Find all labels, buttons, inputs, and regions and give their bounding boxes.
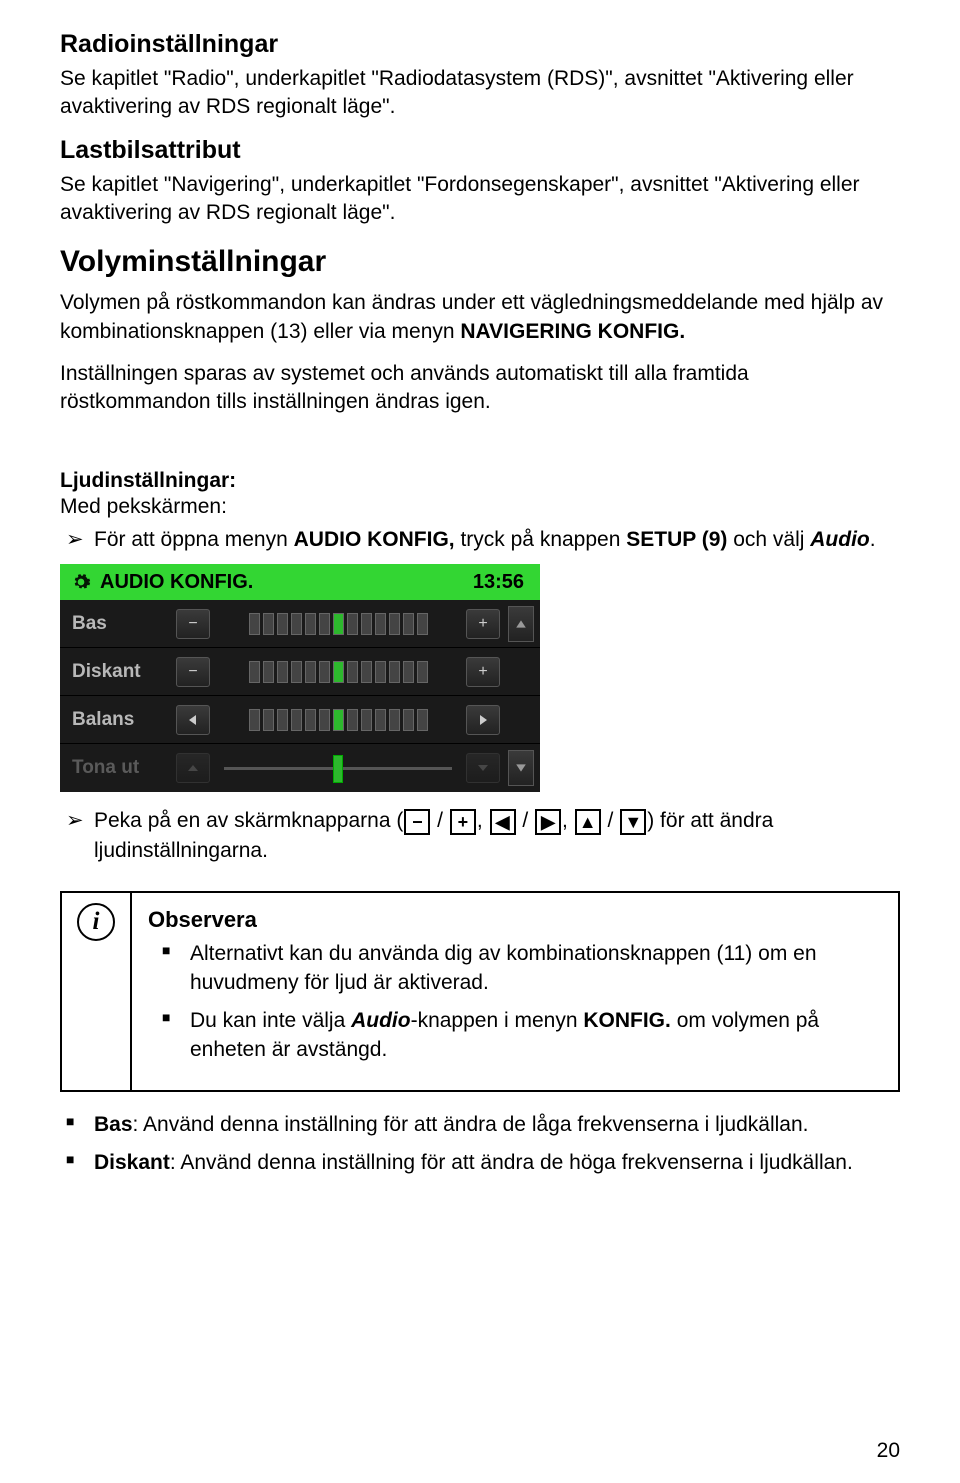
slash2: / bbox=[517, 809, 535, 832]
row-fade-label: Tona ut bbox=[72, 757, 168, 779]
volume-p1: Volymen på röstkommandon kan ändras unde… bbox=[60, 289, 900, 346]
row-bass: Bas − + bbox=[60, 600, 540, 648]
b1f: Audio bbox=[810, 528, 869, 551]
balance-left-button[interactable] bbox=[176, 705, 210, 735]
sound-steps-list-2: Peka på en av skärmknapparna (− / +, ◀ /… bbox=[60, 806, 900, 865]
sound-subheading: Ljudinställningar: bbox=[60, 469, 900, 493]
def-bass-b: : Använd denna inställning för att ändra… bbox=[133, 1113, 809, 1136]
comma1: , bbox=[477, 809, 489, 832]
row-balance-label: Balans bbox=[72, 709, 168, 731]
fade-up-button[interactable] bbox=[176, 753, 210, 783]
bass-minus-button[interactable]: − bbox=[176, 609, 210, 639]
def-bass-a: Bas bbox=[94, 1113, 133, 1136]
note-body: Observera Alternativt kan du använda dig… bbox=[132, 893, 898, 1091]
bass-meter bbox=[218, 612, 458, 636]
row-bass-label: Bas bbox=[72, 613, 168, 635]
n2a: Du kan inte välja bbox=[190, 1009, 351, 1032]
sound-steps-list: För att öppna menyn AUDIO KONFIG, tryck … bbox=[60, 525, 900, 554]
row-treble: Diskant − + bbox=[60, 648, 540, 696]
definitions-list: Bas: Använd denna inställning för att än… bbox=[60, 1110, 900, 1177]
fade-knob[interactable] bbox=[333, 755, 343, 783]
slash1: / bbox=[431, 809, 449, 832]
note-box: i Observera Alternativt kan du använda d… bbox=[60, 891, 900, 1093]
scroll-down-button[interactable] bbox=[508, 750, 534, 786]
b1g: . bbox=[870, 528, 876, 551]
b2a: Peka på en av skärmknapparna ( bbox=[94, 809, 403, 832]
b1c: tryck på knappen bbox=[455, 528, 627, 551]
info-icon: i bbox=[77, 903, 115, 941]
radio-heading: Radioinställningar bbox=[60, 30, 900, 59]
right-icon: ▶ bbox=[535, 809, 561, 835]
n2b: Audio bbox=[351, 1009, 410, 1032]
b1b: AUDIO KONFIG, bbox=[294, 528, 455, 551]
bass-plus-button[interactable]: + bbox=[466, 609, 500, 639]
def-treble: Diskant: Använd denna inställning för at… bbox=[60, 1148, 900, 1177]
b1d: SETUP (9) bbox=[626, 528, 727, 551]
audio-time: 13:56 bbox=[473, 571, 524, 594]
volume-p2: Inställningen sparas av systemet och anv… bbox=[60, 360, 900, 417]
gear-icon bbox=[70, 571, 92, 593]
plus-icon: + bbox=[450, 809, 476, 835]
treble-minus-button[interactable]: − bbox=[176, 657, 210, 687]
volume-p1-b: NAVIGERING KONFIG. bbox=[460, 320, 685, 343]
treble-meter bbox=[218, 660, 458, 684]
up-icon: ▲ bbox=[575, 809, 601, 835]
note-list: Alternativt kan du använda dig av kombin… bbox=[148, 939, 882, 1065]
n2d: KONFIG. bbox=[583, 1009, 671, 1032]
left-icon: ◀ bbox=[490, 809, 516, 835]
sound-subtitle: Med pekskärmen: bbox=[60, 495, 900, 519]
balance-right-button[interactable] bbox=[466, 705, 500, 735]
audio-title: AUDIO KONFIG. bbox=[100, 571, 465, 594]
truck-body: Se kapitlet "Navigering", underkapitlet … bbox=[60, 171, 900, 228]
balance-meter bbox=[218, 708, 458, 732]
audio-config-panel: AUDIO KONFIG. 13:56 Bas − + Diskant − + … bbox=[60, 564, 540, 792]
radio-body: Se kapitlet "Radio", underkapitlet "Radi… bbox=[60, 65, 900, 122]
row-treble-label: Diskant bbox=[72, 661, 168, 683]
row-fade: Tona ut bbox=[60, 744, 540, 792]
minus-icon: − bbox=[404, 809, 430, 835]
b1e: och välj bbox=[727, 528, 810, 551]
treble-plus-button[interactable]: + bbox=[466, 657, 500, 687]
n2c: -knappen i menyn bbox=[411, 1009, 584, 1032]
audio-header: AUDIO KONFIG. 13:56 bbox=[60, 564, 540, 600]
fade-track bbox=[224, 767, 452, 770]
note-item-2: Du kan inte välja Audio-knappen i menyn … bbox=[148, 1006, 882, 1065]
scroll-up-button[interactable] bbox=[508, 606, 534, 642]
sound-step-2: Peka på en av skärmknapparna (− / +, ◀ /… bbox=[60, 806, 900, 865]
comma2: , bbox=[562, 809, 574, 832]
note-item-1: Alternativt kan du använda dig av kombin… bbox=[148, 939, 882, 998]
slash3: / bbox=[602, 809, 620, 832]
note-heading: Observera bbox=[148, 907, 882, 933]
fade-down-button[interactable] bbox=[466, 753, 500, 783]
down-icon: ▼ bbox=[620, 809, 646, 835]
truck-heading: Lastbilsattribut bbox=[60, 136, 900, 165]
row-balance: Balans bbox=[60, 696, 540, 744]
info-icon-cell: i bbox=[62, 893, 132, 1091]
page-number: 20 bbox=[877, 1439, 900, 1463]
sound-step-1: För att öppna menyn AUDIO KONFIG, tryck … bbox=[60, 525, 900, 554]
b1a: För att öppna menyn bbox=[94, 528, 294, 551]
def-bass: Bas: Använd denna inställning för att än… bbox=[60, 1110, 900, 1139]
def-treble-a: Diskant bbox=[94, 1151, 170, 1174]
volume-heading: Volyminställningar bbox=[60, 245, 900, 279]
def-treble-b: : Använd denna inställning för att ändra… bbox=[170, 1151, 853, 1174]
